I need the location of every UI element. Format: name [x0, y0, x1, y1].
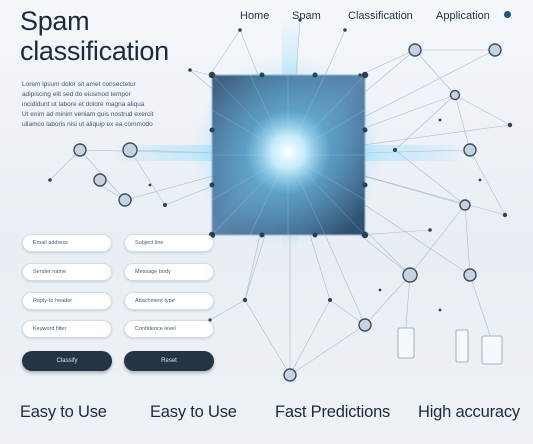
network-illustration — [48, 18, 513, 382]
feature-label: Fast Predictions — [275, 403, 391, 421]
intro-text-line: Lorem ipsum dolor sit amet consectetur — [22, 81, 136, 88]
document-shapes — [397, 327, 503, 365]
form-field[interactable]: Subject line — [124, 234, 214, 252]
form-field[interactable]: Sender name — [22, 263, 112, 281]
feature-label: Easy to Use — [150, 403, 237, 421]
nav-indicator-dot — [504, 11, 511, 18]
nav-spam[interactable]: Spam — [292, 10, 321, 22]
central-glow — [193, 57, 383, 247]
title-line-2: classification — [20, 36, 169, 66]
form-field[interactable]: Email address — [22, 234, 112, 252]
feature-strip: Easy to Use Easy to Use Fast Predictions… — [0, 403, 533, 429]
nav-home[interactable]: Home — [240, 10, 269, 22]
feature-label: Easy to Use — [20, 403, 107, 421]
form-field[interactable]: Message body — [124, 263, 214, 281]
page: Spam classification Home Spam Classifica… — [0, 0, 533, 444]
reset-button[interactable]: Reset — [124, 351, 214, 371]
intro-text-line: ullamco laboris nisi ut aliquip ex ea co… — [22, 121, 153, 128]
intro-text-line: incididunt ut labore et dolore magna ali… — [22, 101, 145, 108]
nav-classification[interactable]: Classification — [348, 10, 413, 22]
form-field[interactable]: Reply-to header — [22, 292, 112, 310]
feature-label: High accuracy — [418, 403, 520, 421]
form-field[interactable]: Confidence level — [124, 320, 214, 338]
classify-button[interactable]: Classify — [22, 351, 112, 371]
intro-text-line: Ut enim ad minim veniam quis nostrud exe… — [22, 111, 154, 118]
top-nav: Home Spam Classification Application — [240, 8, 523, 24]
form-field[interactable]: Keyword filter — [22, 320, 112, 338]
page-title: Spam classification — [20, 6, 169, 66]
intro-text-line: adipiscing elit sed do eiusmod tempor — [22, 91, 131, 98]
title-line-1: Spam — [20, 6, 90, 36]
nav-application[interactable]: Application — [436, 10, 490, 22]
intro-text: Lorem ipsum dolor sit amet consectetur a… — [22, 80, 187, 130]
form-field[interactable]: Attachment type — [124, 292, 214, 310]
